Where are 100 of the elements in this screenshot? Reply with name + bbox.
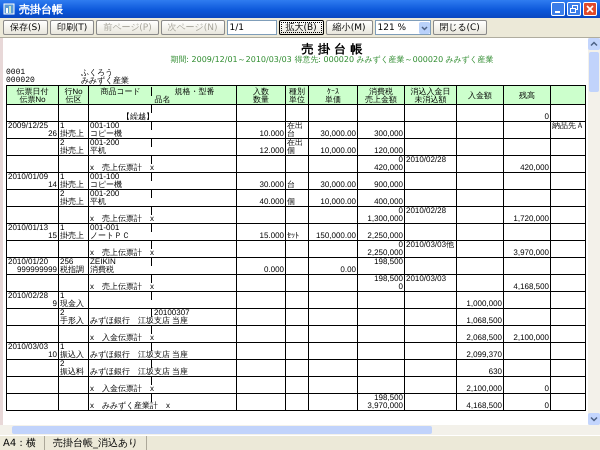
table-cell: みずほ銀行 江坂支店 当座 <box>88 360 236 376</box>
table-cell: 1,720,000 <box>504 206 550 224</box>
table-cell: 001-100 コピー機 <box>88 122 236 138</box>
minimize-button[interactable] <box>551 2 565 16</box>
restore-icon <box>570 5 578 13</box>
scroll-thumb[interactable] <box>12 426 432 434</box>
table-cell: 2010/03/03 10 <box>6 342 58 360</box>
column-header: ｹｰｽ 単価 <box>308 86 358 104</box>
table-cell: 2,250,000 <box>358 224 404 240</box>
table-cell: 256 税指調 <box>58 258 88 274</box>
customer-name: みみずく産業 <box>81 77 129 85</box>
customer-code: 000020 <box>6 77 36 85</box>
report-period: 期間: 2009/12/01～2010/03/03 得意先: 000020 みみずく産業～000020 みみずく産業 <box>169 55 495 65</box>
table-cell: 0 <box>504 376 550 394</box>
table-cell: 001-200 平机 <box>88 190 236 206</box>
table-cell: ZEIKIN 消費税 <box>88 258 236 274</box>
table-cell: 0.00 <box>308 258 358 274</box>
close-icon <box>586 5 594 13</box>
toolbar-button[interactable]: 縮小(M) <box>326 20 372 35</box>
scroll-down-icon[interactable] <box>588 413 600 425</box>
table-cell: 1 現金入 <box>58 292 88 308</box>
table-cell: 150,000.00 <box>308 224 358 240</box>
report-title: 売 掛 台 帳 <box>302 43 364 55</box>
table-cell: x 売上伝票計 x <box>88 206 236 224</box>
scroll-up-icon[interactable] <box>588 38 600 50</box>
close-button[interactable] <box>583 2 597 16</box>
table-cell: 0.000 <box>236 258 286 274</box>
window-title: 売掛台帳 <box>19 2 63 16</box>
table-cell: 2010/02/28 9 <box>6 292 58 308</box>
table-cell: 2010/03/03 <box>404 274 456 292</box>
table-cell: 420,000 <box>504 156 550 172</box>
caret-icon <box>418 22 430 34</box>
table-cell: 900,000 <box>358 172 404 190</box>
table-cell: 0 <box>504 394 550 410</box>
table-cell: 2009/12/25 26 <box>6 122 58 138</box>
column-header: 入金額 <box>456 86 504 104</box>
toolbar-button[interactable]: 閉じる(C) <box>432 20 487 35</box>
table-cell: 198,500 3,970,000 <box>358 394 404 410</box>
table-cell: 001-001 ノートＰＣ <box>88 224 236 240</box>
table-cell: 12.000 <box>236 138 286 156</box>
zoom-select[interactable]: 121 % <box>374 20 430 35</box>
column-header: 行No 伝区 <box>58 86 88 104</box>
table-cell: x 入金伝票計 x <box>88 326 236 342</box>
table-cell: 1,068,500 <box>456 308 504 326</box>
toolbar-button[interactable]: 保存(S) <box>3 20 48 35</box>
toolbar-button[interactable]: 拡大(B) <box>278 20 324 35</box>
column-header: 消費税 売上金額 <box>358 86 404 104</box>
table-cell: 001-200 平机 <box>88 138 236 156</box>
table-cell: 4,168,500 <box>504 274 550 292</box>
table-cell: ｾｯﾄ <box>286 224 308 240</box>
table-cell: 3,970,000 <box>504 240 550 258</box>
horizontal-scrollbar[interactable] <box>0 425 600 435</box>
table-cell: 10,000.00 <box>308 190 358 206</box>
restore-button[interactable] <box>567 2 581 16</box>
table-cell: 0 420,000 <box>358 156 404 172</box>
table-cell: 1 振込入 <box>58 342 88 360</box>
table-cell: 在出 台 <box>286 122 308 138</box>
table-cell: 2,100,000 <box>456 376 504 394</box>
table-cell: 2010/01/09 14 <box>6 172 58 190</box>
column-header: 残高 <box>504 86 550 104</box>
table-cell: 20100307 みずほ銀行 江坂支店 当座 <box>88 308 236 326</box>
table-cell: x 売上伝票計 x <box>88 240 236 258</box>
table-cell: 2,100,000 <box>504 326 550 342</box>
table-cell: 1 掛売上 <box>58 224 88 240</box>
column-header: 商品コード 規格・型番 品名 <box>88 86 236 104</box>
table-cell: 0 <box>504 104 550 122</box>
table-cell: 2 手形入 <box>58 308 88 326</box>
table-cell: 15.000 <box>236 224 286 240</box>
toolbar-button[interactable]: 印刷(T) <box>50 20 94 35</box>
table-cell: 1,000,000 <box>456 292 504 308</box>
table-cell: x 売上伝票計 x <box>88 274 236 292</box>
table-cell: 198,500 0 <box>358 274 404 292</box>
table-cell: 2,068,500 <box>456 326 504 342</box>
table-cell: 198,500 <box>358 258 404 274</box>
table-cell: x 入金伝票計 x <box>88 376 236 394</box>
app-icon <box>3 3 15 15</box>
vertical-scrollbar[interactable] <box>588 38 600 425</box>
scroll-thumb[interactable] <box>589 52 599 92</box>
table-cell: 2010/02/28 <box>404 156 456 172</box>
table-cell: 2010/01/20 999999999 <box>6 258 58 274</box>
table-cell: 1 掛売上 <box>58 172 88 190</box>
table-cell: 1 掛売上 <box>58 122 88 138</box>
table-cell: 40.000 <box>236 190 286 206</box>
table-cell: 001-100 コピー機 <box>88 172 236 190</box>
column-header: 消込入金日 未消込額 <box>404 86 456 104</box>
table-cell: 個 <box>286 190 308 206</box>
table-cell: 台 <box>286 172 308 190</box>
table-cell: 400,000 <box>358 190 404 206</box>
table-cell: 4,168,500 <box>456 394 504 410</box>
table-cell: 630 <box>456 360 504 376</box>
table-cell: 2 掛売上 <box>58 190 88 206</box>
table-cell: 2 振込料 <box>58 360 88 376</box>
table-cell: 2 掛売上 <box>58 138 88 156</box>
table-cell: 10,000.00 <box>308 138 358 156</box>
customer-code: 0001 <box>6 69 26 77</box>
column-header: 入数 数量 <box>236 86 286 104</box>
table-cell: 30,000.00 <box>308 172 358 190</box>
page-field[interactable]: 1/1 <box>226 20 276 35</box>
column-header: 伝票日付 伝票No <box>6 86 58 104</box>
table-cell: 0 2,250,000 <box>358 240 404 258</box>
